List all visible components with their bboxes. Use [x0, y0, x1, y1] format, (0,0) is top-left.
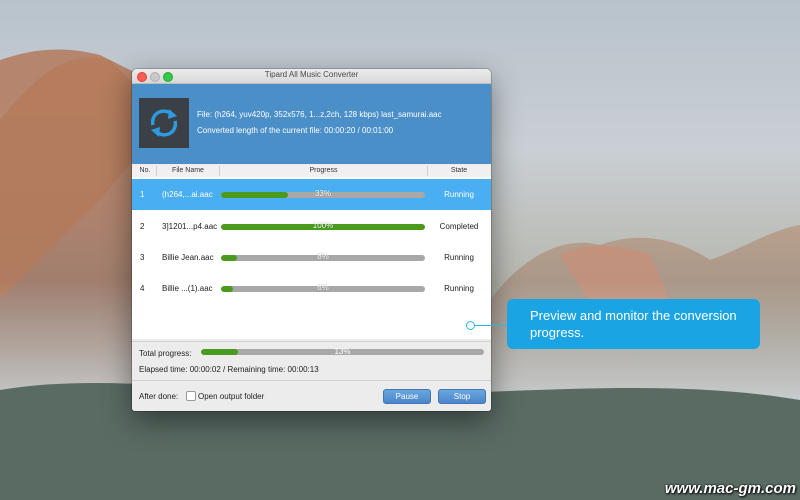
- table-row[interactable]: 4 Billie ...(1).aac 6% Running: [132, 273, 491, 304]
- row-number: 2: [140, 222, 145, 231]
- refresh-icon: [150, 109, 178, 137]
- table-row[interactable]: 1 (h264,...ai.aac 33% Running: [132, 179, 491, 210]
- table-row[interactable]: 3 Billie Jean.aac 8% Running: [132, 242, 491, 273]
- row-progress-percent: 33%: [314, 189, 331, 198]
- converted-length: Converted length of the current file: 00…: [197, 126, 394, 135]
- pause-button[interactable]: Pause: [383, 389, 431, 404]
- header-no: No.: [139, 167, 151, 174]
- total-progress-label: Total progress:: [139, 349, 192, 358]
- row-progress-percent: 8%: [317, 252, 329, 261]
- after-done-label: After done:: [139, 392, 179, 401]
- row-state: Running: [444, 253, 474, 262]
- footer-panel: Total progress: 13% Elapsed time: 00:00:…: [132, 341, 491, 411]
- row-number: 1: [140, 190, 145, 199]
- header-state: State: [450, 167, 468, 174]
- header-file-name: File Name: [172, 167, 204, 174]
- table-row[interactable]: 2 3]1201...p4.aac 100% Completed: [132, 211, 491, 242]
- row-progress-percent: 6%: [317, 283, 329, 292]
- footer-divider: [132, 380, 491, 381]
- header-progress: Progress: [309, 167, 338, 174]
- file-list: 1 (h264,...ai.aac 33% Running 2 3]1201..…: [132, 177, 491, 339]
- row-file-name: 3]1201...p4.aac: [162, 222, 218, 231]
- row-state: Completed: [439, 222, 479, 231]
- row-file-name: Billie ...(1).aac: [162, 284, 213, 293]
- row-state: Running: [444, 284, 474, 293]
- elapsed-remaining-time: Elapsed time: 00:00:02 / Remaining time:…: [139, 365, 319, 374]
- converter-window: Tipard All Music Converter File: (h264, …: [132, 69, 491, 411]
- title-bar: Tipard All Music Converter: [132, 69, 491, 84]
- row-file-name: (h264,...ai.aac: [162, 190, 213, 199]
- open-output-folder-label[interactable]: Open output folder: [198, 392, 264, 401]
- open-output-folder-checkbox[interactable]: [186, 391, 196, 401]
- window-title: Tipard All Music Converter: [264, 70, 359, 79]
- preview-thumbnail: [139, 98, 189, 148]
- current-file-info: File: (h264, yuv420p, 352x576, 1...z,2ch…: [197, 110, 442, 119]
- row-number: 3: [140, 253, 145, 262]
- row-progress-percent: 100%: [312, 221, 334, 230]
- stop-button[interactable]: Stop: [438, 389, 486, 404]
- row-number: 4: [140, 284, 145, 293]
- watermark: www.mac-gm.com: [664, 480, 796, 497]
- feature-callout: Preview and monitor the conversion progr…: [507, 299, 760, 349]
- total-progress-percent: 13%: [334, 347, 351, 356]
- callout-connector: [474, 325, 508, 326]
- row-file-name: Billie Jean.aac: [162, 253, 214, 262]
- current-file-panel: File: (h264, yuv420p, 352x576, 1...z,2ch…: [132, 84, 491, 164]
- row-state: Running: [444, 190, 474, 199]
